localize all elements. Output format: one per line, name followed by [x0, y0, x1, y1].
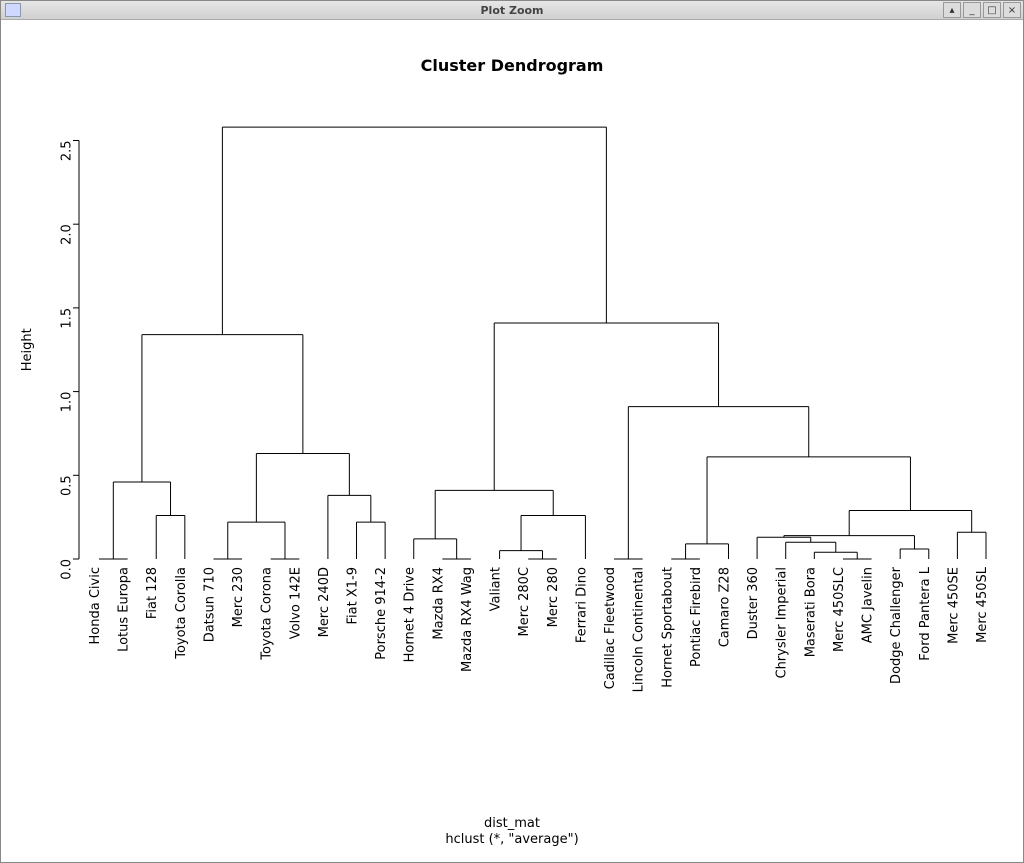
leaf-label: Lotus Europa	[117, 567, 132, 652]
y-tick-label: 0.5	[60, 475, 75, 496]
leaf-label: Valiant	[489, 567, 504, 611]
leaf-label: Hornet 4 Drive	[403, 567, 418, 662]
leaf-label: Mazda RX4	[431, 567, 446, 640]
y-axis-label: Height	[20, 328, 35, 371]
leaf-label: Datsun 710	[202, 567, 217, 642]
leaf-label: Merc 230	[231, 567, 246, 627]
leaf-label: AMC Javelin	[861, 567, 876, 643]
chart-title: Cluster Dendrogram	[421, 56, 604, 75]
dendrogram	[99, 127, 986, 559]
rollup-button[interactable]: ▴	[943, 2, 961, 18]
leaf-label: Chrysler Imperial	[775, 567, 790, 679]
window-title: Plot Zoom	[1, 4, 1023, 17]
leaf-label: Camaro Z28	[717, 567, 732, 647]
close-button[interactable]: ×	[1003, 2, 1021, 18]
leaf-label: Merc 450SLC	[832, 567, 847, 652]
window-buttons: ▴ _ □ ×	[943, 2, 1021, 18]
leaf-label: Ferrari Dino	[574, 567, 589, 643]
leaf-label: Porsche 914-2	[374, 567, 389, 660]
leaf-label: Mazda RX4 Wag	[460, 567, 475, 672]
y-tick-label: 0.0	[60, 559, 75, 580]
leaf-label: Merc 280	[546, 567, 561, 627]
app-window: Plot Zoom ▴ _ □ × 0.0 0.5 1.0 1.5 2.0 2.5 Heig…	[0, 0, 1024, 863]
leaf-label: Toyota Corona	[260, 567, 275, 661]
leaf-label: Merc 280C	[517, 567, 532, 636]
leaf-label: Merc 450SE	[946, 567, 961, 644]
y-tick-label: 2.5	[60, 140, 75, 161]
leaf-label: Maserati Bora	[803, 567, 818, 657]
leaf-label: Hornet Sportabout	[660, 567, 675, 688]
leaf-label: Ford Pantera L	[918, 566, 933, 660]
titlebar: Plot Zoom ▴ _ □ ×	[1, 1, 1023, 20]
x-axis-sublabel: hclust (*, "average")	[445, 832, 578, 847]
leaf-label: Fiat X1-9	[346, 567, 361, 624]
leaf-label: Merc 450SL	[975, 566, 990, 643]
dendrogram-svg: 0.0 0.5 1.0 1.5 2.0 2.5 Height Honda Civic Lotus…	[1, 19, 1023, 862]
leaf-label: Fiat 128	[145, 567, 160, 619]
x-axis-label: dist_mat	[484, 816, 540, 831]
leaf-label: Volvo 142E	[288, 567, 303, 639]
leaf-label: Merc 240D	[317, 567, 332, 637]
leaf-label: Pontiac Firebird	[689, 567, 704, 667]
y-axis: 0.0 0.5 1.0 1.5 2.0 2.5	[60, 140, 80, 579]
leaf-label: Duster 360	[746, 567, 761, 639]
y-tick-label: 2.0	[60, 224, 75, 245]
leaf-label: Lincoln Continental	[632, 567, 647, 692]
app-icon	[5, 3, 21, 17]
leaf-label: Toyota Corolla	[174, 567, 189, 660]
leaf-label: Honda Civic	[88, 567, 103, 644]
leaf-label: Dodge Challenger	[889, 566, 904, 684]
maximize-button[interactable]: □	[983, 2, 1001, 18]
minimize-button[interactable]: _	[963, 2, 981, 18]
leaf-label: Cadillac Fleetwood	[603, 567, 618, 689]
plot-area: 0.0 0.5 1.0 1.5 2.0 2.5 Height Honda Civic Lotus…	[1, 19, 1023, 862]
y-tick-label: 1.0	[60, 392, 75, 413]
y-tick-label: 1.5	[60, 308, 75, 329]
